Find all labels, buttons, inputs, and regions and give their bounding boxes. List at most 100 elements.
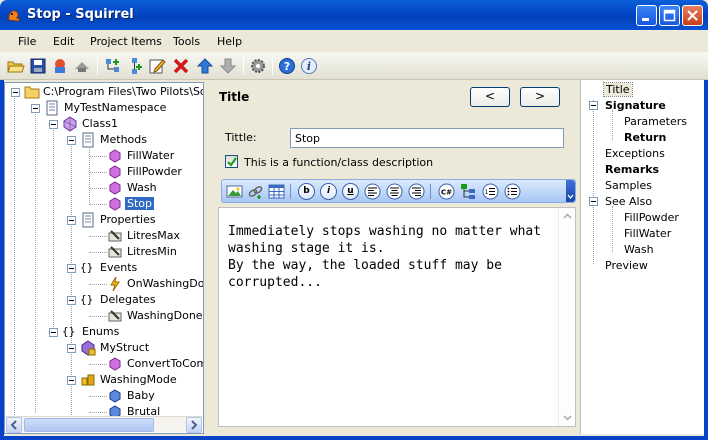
tree-node-fillpowder[interactable]: FillPowder bbox=[89, 164, 203, 180]
align-left-icon[interactable] bbox=[364, 183, 381, 200]
collapse-toggle[interactable] bbox=[31, 104, 40, 113]
braces-icon: {} bbox=[80, 261, 94, 274]
collapse-toggle[interactable] bbox=[49, 328, 58, 337]
tree-node-litresmin[interactable]: LitresMin bbox=[89, 244, 203, 260]
align-right-icon[interactable] bbox=[408, 183, 425, 200]
tree-node-onwashingdone[interactable]: OnWashingDone bbox=[89, 276, 203, 292]
outline-item-fillwater[interactable]: FillWater bbox=[624, 227, 671, 240]
open-folder-icon[interactable] bbox=[7, 57, 25, 75]
collapse-toggle[interactable] bbox=[589, 101, 598, 110]
outline-item-fillpowder[interactable]: FillPowder bbox=[624, 211, 679, 224]
description-editor[interactable]: Immediately stops washing no matter what… bbox=[218, 207, 576, 427]
outline-item-signature[interactable]: Signature bbox=[605, 99, 666, 112]
tree-node-washingmode[interactable]: WashingMode bbox=[65, 372, 203, 388]
insert-tree-icon[interactable] bbox=[460, 183, 477, 200]
tree-node-class1[interactable]: Class1 bbox=[47, 116, 203, 132]
menu-tools[interactable]: Tools bbox=[173, 35, 200, 48]
tree-label: MyStruct bbox=[100, 341, 150, 354]
move-down-icon[interactable] bbox=[219, 57, 237, 75]
tree-node-converttocomp[interactable]: ConvertToComp bbox=[89, 356, 203, 372]
csharp-code-icon[interactable]: C# bbox=[438, 183, 455, 200]
collapse-toggle[interactable] bbox=[11, 88, 20, 97]
tree-node-fillwater[interactable]: FillWater bbox=[89, 148, 203, 164]
scroll-thumb[interactable] bbox=[24, 418, 154, 432]
format-separator bbox=[430, 184, 431, 199]
description-checkbox[interactable] bbox=[225, 155, 238, 168]
tree-horizontal-scrollbar[interactable] bbox=[6, 416, 202, 433]
tree-node-properties[interactable]: Properties bbox=[65, 212, 203, 228]
outline-item-title[interactable]: Title bbox=[603, 82, 633, 97]
menu-help[interactable]: Help bbox=[217, 35, 242, 48]
sections-outline[interactable]: Title Signature Parameters Return Except… bbox=[580, 80, 704, 434]
underline-button[interactable]: u bbox=[342, 183, 359, 200]
delete-icon[interactable] bbox=[172, 57, 190, 75]
scroll-right-button[interactable] bbox=[186, 417, 202, 433]
collapse-toggle[interactable] bbox=[67, 264, 76, 273]
menu-project-items[interactable]: Project Items bbox=[90, 35, 162, 48]
tree-node-mystruct[interactable]: MyStruct bbox=[65, 340, 203, 356]
italic-button[interactable]: i bbox=[320, 183, 337, 200]
editor-vertical-scrollbar[interactable] bbox=[558, 208, 575, 426]
outline-item-wash[interactable]: Wash bbox=[624, 243, 654, 256]
move-up-icon[interactable] bbox=[196, 57, 214, 75]
tree-node-wash[interactable]: Wash bbox=[89, 180, 203, 196]
publish-icon[interactable] bbox=[73, 57, 91, 75]
add-sibling-icon[interactable] bbox=[104, 57, 122, 75]
outline-item-exceptions[interactable]: Exceptions bbox=[605, 147, 665, 160]
outline-item-remarks[interactable]: Remarks bbox=[605, 163, 659, 176]
bold-button[interactable]: b bbox=[298, 183, 315, 200]
numbered-list-icon[interactable]: 1 bbox=[482, 183, 499, 200]
tree-node-enums[interactable]: {} Enums bbox=[47, 324, 203, 340]
tree-node-namespace[interactable]: MyTestNamespace bbox=[29, 100, 203, 116]
chevron-down-icon bbox=[567, 194, 574, 200]
outline-item-return[interactable]: Return bbox=[624, 131, 666, 144]
tree-node-baby[interactable]: Baby bbox=[89, 388, 203, 404]
collapse-toggle[interactable] bbox=[67, 216, 76, 225]
collapse-toggle[interactable] bbox=[67, 344, 76, 353]
outline-item-see-also[interactable]: See Also bbox=[605, 195, 652, 208]
collapse-toggle[interactable] bbox=[67, 296, 76, 305]
info-icon[interactable]: i bbox=[300, 57, 318, 75]
previous-section-button[interactable]: < bbox=[470, 87, 510, 107]
scroll-left-button[interactable] bbox=[6, 417, 22, 433]
menu-file[interactable]: File bbox=[18, 35, 36, 48]
scroll-down-icon[interactable] bbox=[562, 412, 573, 423]
tree-node-events[interactable]: {} Events bbox=[65, 260, 203, 276]
tree-node-root[interactable]: C:\Program Files\Two Pilots\Squ bbox=[11, 84, 203, 100]
insert-link-icon[interactable] bbox=[247, 183, 264, 200]
scroll-up-icon[interactable] bbox=[562, 211, 573, 222]
help-icon[interactable]: ? bbox=[278, 57, 296, 75]
outline-item-parameters[interactable]: Parameters bbox=[624, 115, 687, 128]
build-icon[interactable] bbox=[51, 57, 69, 75]
description-text: Immediately stops washing no matter what… bbox=[228, 224, 542, 290]
save-icon[interactable] bbox=[29, 57, 47, 75]
menu-edit[interactable]: Edit bbox=[53, 35, 74, 48]
minimize-button[interactable] bbox=[636, 5, 657, 26]
tree-node-litresmax[interactable]: LitresMax bbox=[89, 228, 203, 244]
collapse-toggle[interactable] bbox=[67, 136, 76, 145]
maximize-button[interactable] bbox=[659, 5, 680, 26]
maximize-icon bbox=[663, 9, 676, 22]
formatting-toolbar: b i u C# 1 bbox=[221, 179, 576, 203]
project-tree[interactable]: C:\Program Files\Two Pilots\Squ MyTestNa… bbox=[4, 82, 204, 434]
tree-node-methods[interactable]: Methods bbox=[65, 132, 203, 148]
toolbar-overflow-button[interactable] bbox=[566, 180, 575, 202]
settings-gear-icon[interactable] bbox=[249, 57, 267, 75]
insert-table-icon[interactable] bbox=[268, 183, 285, 200]
close-button[interactable] bbox=[682, 5, 703, 26]
outline-item-samples[interactable]: Samples bbox=[605, 179, 652, 192]
collapse-toggle[interactable] bbox=[49, 120, 58, 129]
collapse-toggle[interactable] bbox=[67, 376, 76, 385]
next-section-button[interactable]: > bbox=[520, 87, 560, 107]
title-input[interactable]: Stop bbox=[290, 128, 564, 148]
align-center-icon[interactable] bbox=[386, 183, 403, 200]
insert-image-icon[interactable] bbox=[226, 183, 243, 200]
tree-node-delegates[interactable]: {} Delegates bbox=[65, 292, 203, 308]
tree-node-stop[interactable]: Stop bbox=[89, 196, 203, 212]
outline-item-preview[interactable]: Preview bbox=[605, 259, 648, 272]
edit-icon[interactable] bbox=[148, 57, 166, 75]
collapse-toggle[interactable] bbox=[589, 197, 598, 206]
bullet-list-icon[interactable] bbox=[504, 183, 521, 200]
add-child-icon[interactable] bbox=[126, 57, 144, 75]
tree-node-washingdonede[interactable]: WashingDoneDe bbox=[89, 308, 203, 324]
